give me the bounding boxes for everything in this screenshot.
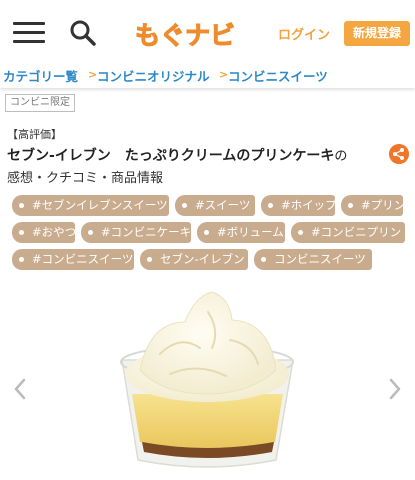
tag-convenience-sweets-plain[interactable]: コンビニスイーツ: [254, 249, 372, 270]
tag-convenience-pudding[interactable]: #コンビニプリン: [291, 222, 405, 243]
tag-seven-eleven[interactable]: セブン-イレブン: [140, 249, 248, 270]
breadcrumb-item-category-list[interactable]: カテゴリー覧: [3, 66, 78, 85]
tag-whip[interactable]: #ホイップ: [261, 195, 337, 216]
tag-convenience-cake[interactable]: #コンビニケーキ: [81, 222, 191, 243]
login-link[interactable]: ログイン: [278, 24, 330, 43]
tag-seven-eleven-sweets[interactable]: #セブンイレブンスイーツ: [12, 195, 169, 216]
logo-text: もぐナビ: [135, 21, 235, 50]
breadcrumb-separator: >: [219, 68, 229, 81]
tag-convenience-sweets[interactable]: #コンビニスイーツ: [12, 249, 134, 270]
tag-snack[interactable]: #おやつ: [12, 222, 76, 243]
convenience-limited-badge: コンビニ限定: [5, 94, 75, 112]
product-photo: [120, 291, 294, 468]
tag-sweets[interactable]: #スイーツ: [175, 195, 255, 216]
site-header: もぐナビ ログイン 新規登録: [0, 0, 415, 62]
product-title-suffix: の: [334, 149, 348, 164]
chevron-right-icon[interactable]: [385, 374, 405, 404]
register-button[interactable]: 新規登録: [344, 21, 410, 46]
breadcrumb-item-convenience-original[interactable]: コンビニオリジナル: [97, 66, 210, 85]
tag-pudding[interactable]: #プリン: [341, 195, 405, 216]
hamburger-menu-icon[interactable]: [13, 20, 45, 46]
chevron-left-icon[interactable]: [10, 374, 30, 404]
tag-volume[interactable]: #ボリューム: [197, 222, 285, 243]
product-title-line: セブン-イレブン たっぷりクリームのプリンケーキの: [7, 145, 347, 165]
share-icon[interactable]: [389, 144, 409, 164]
breadcrumb-separator: >: [88, 68, 98, 81]
product-subtitle: 感想・クチコミ・商品情報: [7, 171, 164, 186]
site-logo[interactable]: もぐナビ: [133, 13, 245, 53]
breadcrumb: カテゴリー覧 > コンビニオリジナル > コンビニスイーツ: [0, 62, 415, 88]
search-icon[interactable]: [68, 18, 98, 48]
rating-label: 【高評価】: [7, 128, 62, 141]
breadcrumb-item-convenience-sweets[interactable]: コンビニスイーツ: [228, 66, 328, 85]
product-title: セブン-イレブン たっぷりクリームのプリンケーキ: [7, 148, 335, 164]
